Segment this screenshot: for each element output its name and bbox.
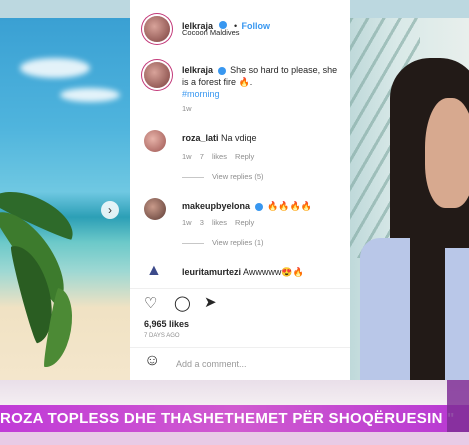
divider	[130, 288, 350, 289]
next-photo-button[interactable]: ›	[101, 201, 119, 219]
comment-icon[interactable]: ◯	[174, 294, 191, 312]
comment-item: roza_lati Na vdiqe 1w 7 likes Reply View…	[130, 128, 350, 188]
comment-text: Awwwww😍🔥	[243, 267, 304, 277]
ticker-edge	[447, 380, 469, 432]
comment-user[interactable]: lelkraja	[182, 65, 213, 75]
avatar[interactable]	[144, 130, 166, 152]
comment-item: ▲ leuritamurtezi Awwwww😍🔥	[130, 262, 350, 288]
comment-text: Na vdiqe	[221, 133, 257, 143]
share-icon[interactable]: ➤	[204, 293, 217, 311]
comment-text: 🔥🔥🔥🔥	[267, 201, 312, 211]
avatar[interactable]	[144, 16, 170, 42]
post-header: lelkraja • Follow Cocoon Maldives	[130, 10, 350, 42]
verified-icon	[254, 202, 263, 211]
comment-item: makeupbyelona 🔥🔥🔥🔥 1w 3 likes Reply View…	[130, 196, 350, 256]
avatar[interactable]	[144, 62, 170, 88]
tv-frame: › lelkraja • Follow Cocoon Maldives lelk…	[0, 0, 469, 445]
hashtag-link[interactable]: #morning	[182, 89, 220, 99]
instagram-post-panel: lelkraja • Follow Cocoon Maldives lelkra…	[130, 0, 350, 380]
ticker-text: ROZA TOPLESS DHE THASHETHEMET PËR SHOQËR…	[0, 410, 455, 427]
divider	[130, 347, 350, 348]
verified-icon	[217, 66, 226, 75]
reply-link[interactable]: Reply	[235, 152, 254, 161]
presenter-video	[350, 18, 469, 380]
news-ticker: ROZA TOPLESS DHE THASHETHEMET PËR SHOQËR…	[0, 405, 469, 432]
chevron-right-icon: ›	[108, 203, 112, 217]
caption: lelkraja She so hard to please, she is a…	[130, 60, 350, 113]
post-location[interactable]: Cocoon Maldives	[182, 28, 240, 37]
top-bar-right	[350, 0, 469, 18]
view-replies-link[interactable]: View replies (1)	[182, 238, 264, 247]
avatar[interactable]: ▲	[146, 262, 162, 280]
emoji-icon[interactable]: ☺	[144, 352, 160, 370]
post-photo: ›	[0, 18, 130, 380]
likes-count[interactable]: 6,965 likes	[144, 319, 189, 329]
ticker-footer	[0, 432, 469, 445]
add-comment-input[interactable]: Add a comment...	[176, 358, 247, 370]
reply-link[interactable]: Reply	[235, 218, 254, 227]
post-time: 7 DAYS AGO	[144, 333, 180, 339]
comment-user[interactable]: roza_lati	[182, 133, 219, 143]
comment-time: 1w	[182, 104, 192, 113]
ticker-backdrop	[0, 380, 469, 405]
comment-user[interactable]: makeupbyelona	[182, 201, 250, 211]
heart-icon[interactable]: ♡	[144, 294, 157, 312]
comment-user[interactable]: leuritamurtezi	[182, 267, 241, 277]
avatar[interactable]	[144, 198, 166, 220]
follow-button[interactable]: Follow	[242, 21, 271, 31]
comment-likes[interactable]: 3 likes	[200, 218, 227, 227]
view-replies-link[interactable]: View replies (5)	[182, 172, 264, 181]
top-bar-left	[0, 0, 130, 18]
comment-time: 1w	[182, 218, 192, 227]
comment-likes[interactable]: 7 likes	[200, 152, 227, 161]
comment-time: 1w	[182, 152, 192, 161]
